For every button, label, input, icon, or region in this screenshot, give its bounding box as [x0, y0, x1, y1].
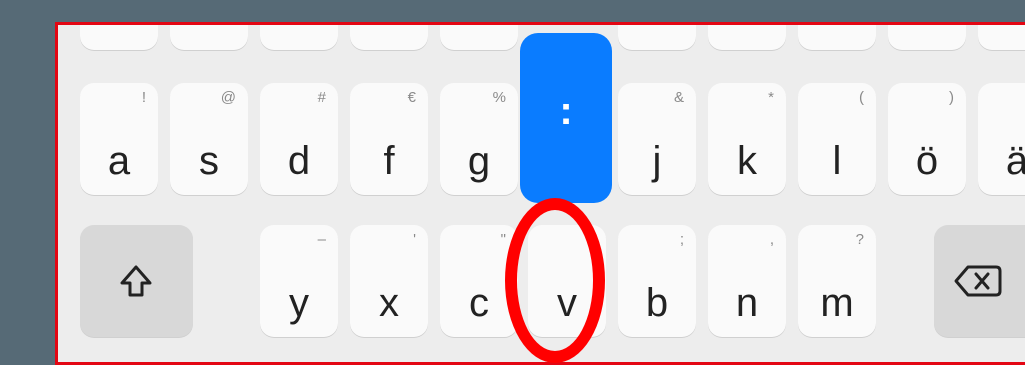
key-secondary: !	[141, 89, 146, 106]
key-secondary: )	[949, 89, 954, 106]
key-secondary: %	[492, 89, 506, 106]
key-label: ä	[978, 141, 1025, 181]
key-d[interactable]: # d	[260, 83, 338, 195]
key-popup: :	[520, 33, 612, 203]
key-label: s	[199, 139, 219, 183]
key-secondary: ;	[679, 231, 684, 248]
key-top-row-partial[interactable]	[978, 25, 1025, 50]
backspace-icon	[954, 263, 1002, 299]
key-label: j	[652, 139, 662, 183]
shift-key[interactable]	[80, 225, 193, 337]
key-top-row-partial[interactable]	[888, 25, 966, 50]
key-top-row-partial[interactable]	[350, 25, 428, 50]
key-top-row-partial[interactable]	[440, 25, 518, 50]
key-label: b	[645, 281, 669, 325]
key-o-umlaut[interactable]: ) ö	[888, 83, 966, 195]
key-label: ö	[915, 139, 939, 183]
key-x[interactable]: ' x	[350, 225, 428, 337]
key-top-row-partial[interactable]	[80, 25, 158, 50]
key-b[interactable]: ; b	[618, 225, 696, 337]
key-secondary: €	[407, 89, 416, 106]
key-secondary: (	[859, 89, 864, 106]
highlight-circle	[505, 198, 605, 363]
key-label: g	[467, 139, 491, 183]
key-top-row-partial[interactable]	[260, 25, 338, 50]
key-secondary: *	[768, 89, 774, 106]
key-secondary: #	[317, 89, 326, 106]
key-g[interactable]: % g	[440, 83, 518, 195]
key-a-umlaut[interactable]: ä	[978, 83, 1025, 195]
key-top-row-partial[interactable]	[170, 25, 248, 50]
key-k[interactable]: * k	[708, 83, 786, 195]
key-label: x	[379, 281, 399, 325]
key-j[interactable]: & j	[618, 83, 696, 195]
key-secondary: ?	[855, 231, 864, 248]
key-label: a	[107, 139, 131, 183]
shift-icon	[116, 261, 156, 301]
key-secondary: –	[317, 231, 326, 248]
key-top-row-partial[interactable]	[798, 25, 876, 50]
backspace-key[interactable]	[934, 225, 1025, 337]
key-top-row-partial[interactable]	[708, 25, 786, 50]
key-label: m	[820, 281, 854, 325]
key-f[interactable]: € f	[350, 83, 428, 195]
key-secondary: ,	[769, 231, 774, 248]
key-secondary: &	[673, 89, 684, 106]
key-y[interactable]: – y	[260, 225, 338, 337]
key-label: d	[287, 139, 311, 183]
key-secondary: "	[500, 231, 506, 248]
key-top-row-partial[interactable]	[618, 25, 696, 50]
key-s[interactable]: @ s	[170, 83, 248, 195]
key-label: k	[737, 139, 757, 183]
key-label: n	[735, 281, 759, 325]
key-label: l	[832, 139, 842, 183]
popup-symbol: :	[559, 89, 573, 133]
key-secondary: @	[220, 89, 236, 106]
key-m[interactable]: ? m	[798, 225, 876, 337]
key-l[interactable]: ( l	[798, 83, 876, 195]
key-label: f	[383, 139, 395, 183]
key-secondary: '	[413, 231, 416, 248]
key-a[interactable]: ! a	[80, 83, 158, 195]
key-n[interactable]: , n	[708, 225, 786, 337]
key-label: y	[289, 281, 309, 325]
